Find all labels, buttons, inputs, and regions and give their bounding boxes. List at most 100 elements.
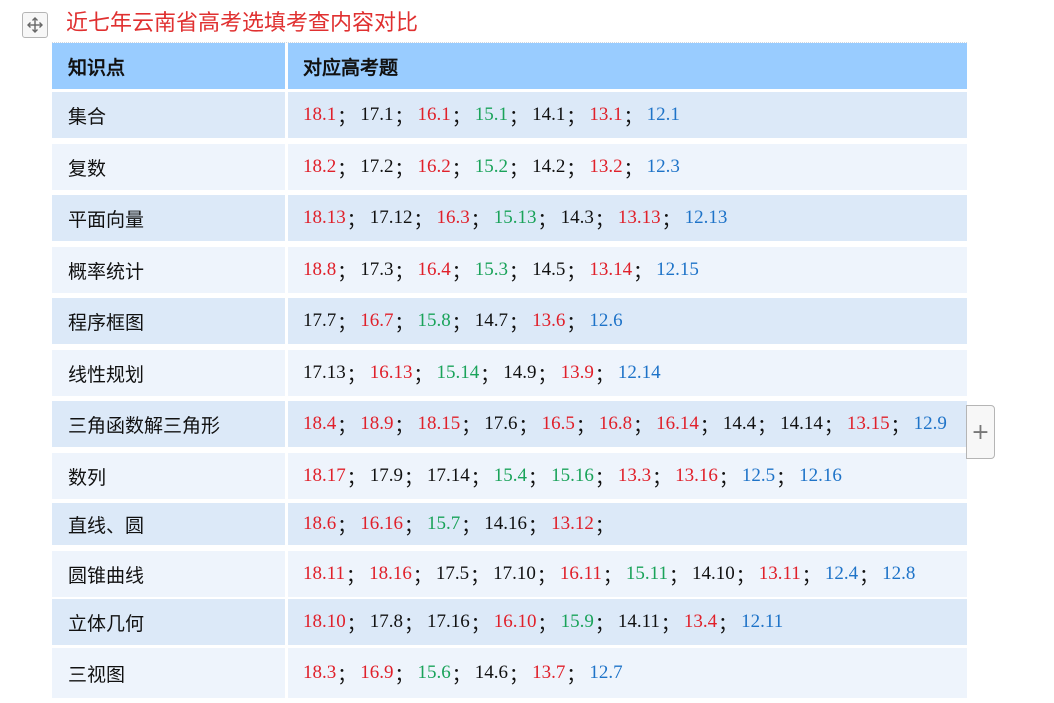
topic-cell: 三角函数解三角形 [52,401,285,447]
table-row: 程序框图 17.7； 16.7； 15.8； 14.7； 13.6； 12.6 [52,298,967,344]
question-ref: 17.10 [493,563,536,584]
question-ref: 16.8 [598,413,633,434]
topic-cell: 程序框图 [52,298,285,344]
table-row: 直线、圆 18.6； 16.16； 15.7； 14.16； 13.12； [52,503,967,545]
question-ref: 16.5 [541,413,575,434]
separator: ； [451,312,471,334]
topic-cell: 三视图 [52,648,285,698]
separator: ； [404,613,424,635]
separator: ； [480,364,500,386]
table-row: 概率统计 18.8； 17.3； 16.4； 15.3； 14.5； 13.14； 12.15 [52,247,967,293]
separator: ； [623,158,643,180]
add-column-button[interactable]: + [966,405,995,459]
move-arrows-icon [27,17,43,33]
question-ref: 14.4 [722,413,757,434]
separator: ； [337,261,357,283]
topic-label: 平面向量 [68,208,145,231]
separator: ； [536,565,556,587]
question-ref: 14.2 [532,156,566,177]
separator: ； [528,515,548,537]
plus-icon: + [971,419,990,445]
question-ref: 15.2 [474,156,509,177]
separator: ； [346,364,366,386]
question-ref: 16.10 [493,611,537,632]
separator: ； [346,209,366,231]
question-ref: 12.16 [799,465,842,486]
separator: ； [470,565,490,587]
separator: ； [470,467,490,489]
separator: ； [566,664,586,686]
separator: ； [566,106,586,128]
question-ref: 17.3 [360,259,394,280]
separator: ； [470,209,490,231]
separator: ； [602,565,622,587]
separator: ； [394,415,414,437]
table-row: 集合 18.1； 17.1； 16.1； 15.1； 14.1； 13.1； 12.1 [52,92,967,138]
topic-label: 集合 [68,105,107,128]
question-ref: 12.6 [589,310,623,331]
topic-label: 立体几何 [68,612,145,635]
separator: ； [633,415,653,437]
refs-cell: 18.1； 17.1； 16.1； 15.1； 14.1； 13.1； 12.1 [288,92,967,138]
question-ref: 12.5 [741,465,776,486]
question-ref: 18.1 [303,104,337,125]
question-ref: 15.6 [417,662,451,683]
question-ref: 18.17 [303,465,346,486]
separator: ； [394,106,414,128]
question-ref: 15.11 [625,563,668,584]
question-ref: 16.7 [360,310,394,331]
header-refs: 对应高考题 [288,43,967,89]
table-row: 三角函数解三角形 18.4； 18.9； 18.15； 17.6； 16.5； 16.8； 1… [52,401,967,447]
question-ref: 15.8 [417,310,451,331]
separator: ； [575,415,595,437]
separator: ； [633,261,653,283]
question-ref: 14.5 [532,259,566,280]
separator: ； [394,158,414,180]
question-ref: 13.3 [617,465,652,486]
question-ref: 15.7 [427,513,461,534]
question-ref: 14.16 [484,513,528,534]
question-ref: 12.4 [824,563,859,584]
question-ref: 17.12 [369,207,413,228]
question-ref: 16.2 [417,156,451,177]
question-ref: 13.15 [846,413,890,434]
question-ref: 15.1 [474,104,509,125]
separator: ； [394,312,414,334]
separator: ； [509,106,529,128]
topic-label: 线性规划 [68,363,145,386]
separator: ； [823,415,843,437]
separator: ； [509,158,529,180]
separator: ； [346,467,366,489]
question-ref: 17.13 [303,362,346,383]
question-ref: 17.5 [435,563,470,584]
separator: ； [412,565,432,587]
refs-cell: 18.13； 17.12； 16.3； 15.13； 14.3； 13.13； 12.13 [288,195,967,241]
question-ref: 13.13 [617,207,661,228]
question-ref: 17.8 [369,611,404,632]
separator: ； [801,565,821,587]
question-ref: 12.8 [882,563,916,584]
question-ref: 18.11 [303,563,346,584]
separator: ； [890,415,910,437]
separator: ； [566,261,586,283]
separator: ； [404,515,424,537]
topic-cell: 圆锥曲线 [52,551,285,597]
question-ref: 18.16 [369,563,412,584]
separator: ； [509,664,529,686]
separator: ； [451,664,471,686]
refs-cell: 18.2； 17.2； 16.2； 15.2； 14.2； 13.2； 12.3 [288,144,967,190]
topic-label: 三角函数解三角形 [68,414,221,437]
separator: ； [337,664,357,686]
topic-cell: 立体几何 [52,599,285,645]
separator: ； [404,467,424,489]
separator: ； [337,158,357,180]
question-ref: 15.14 [436,362,480,383]
separator: ； [735,565,755,587]
question-ref: 16.3 [436,207,470,228]
table-move-handle[interactable] [22,12,48,38]
question-ref: 16.11 [559,563,602,584]
question-ref: 16.14 [656,413,699,434]
question-ref: 16.4 [417,259,451,280]
refs-cell: 17.7； 16.7； 15.8； 14.7； 13.6； 12.6 [288,298,967,344]
question-ref: 17.9 [369,465,404,486]
